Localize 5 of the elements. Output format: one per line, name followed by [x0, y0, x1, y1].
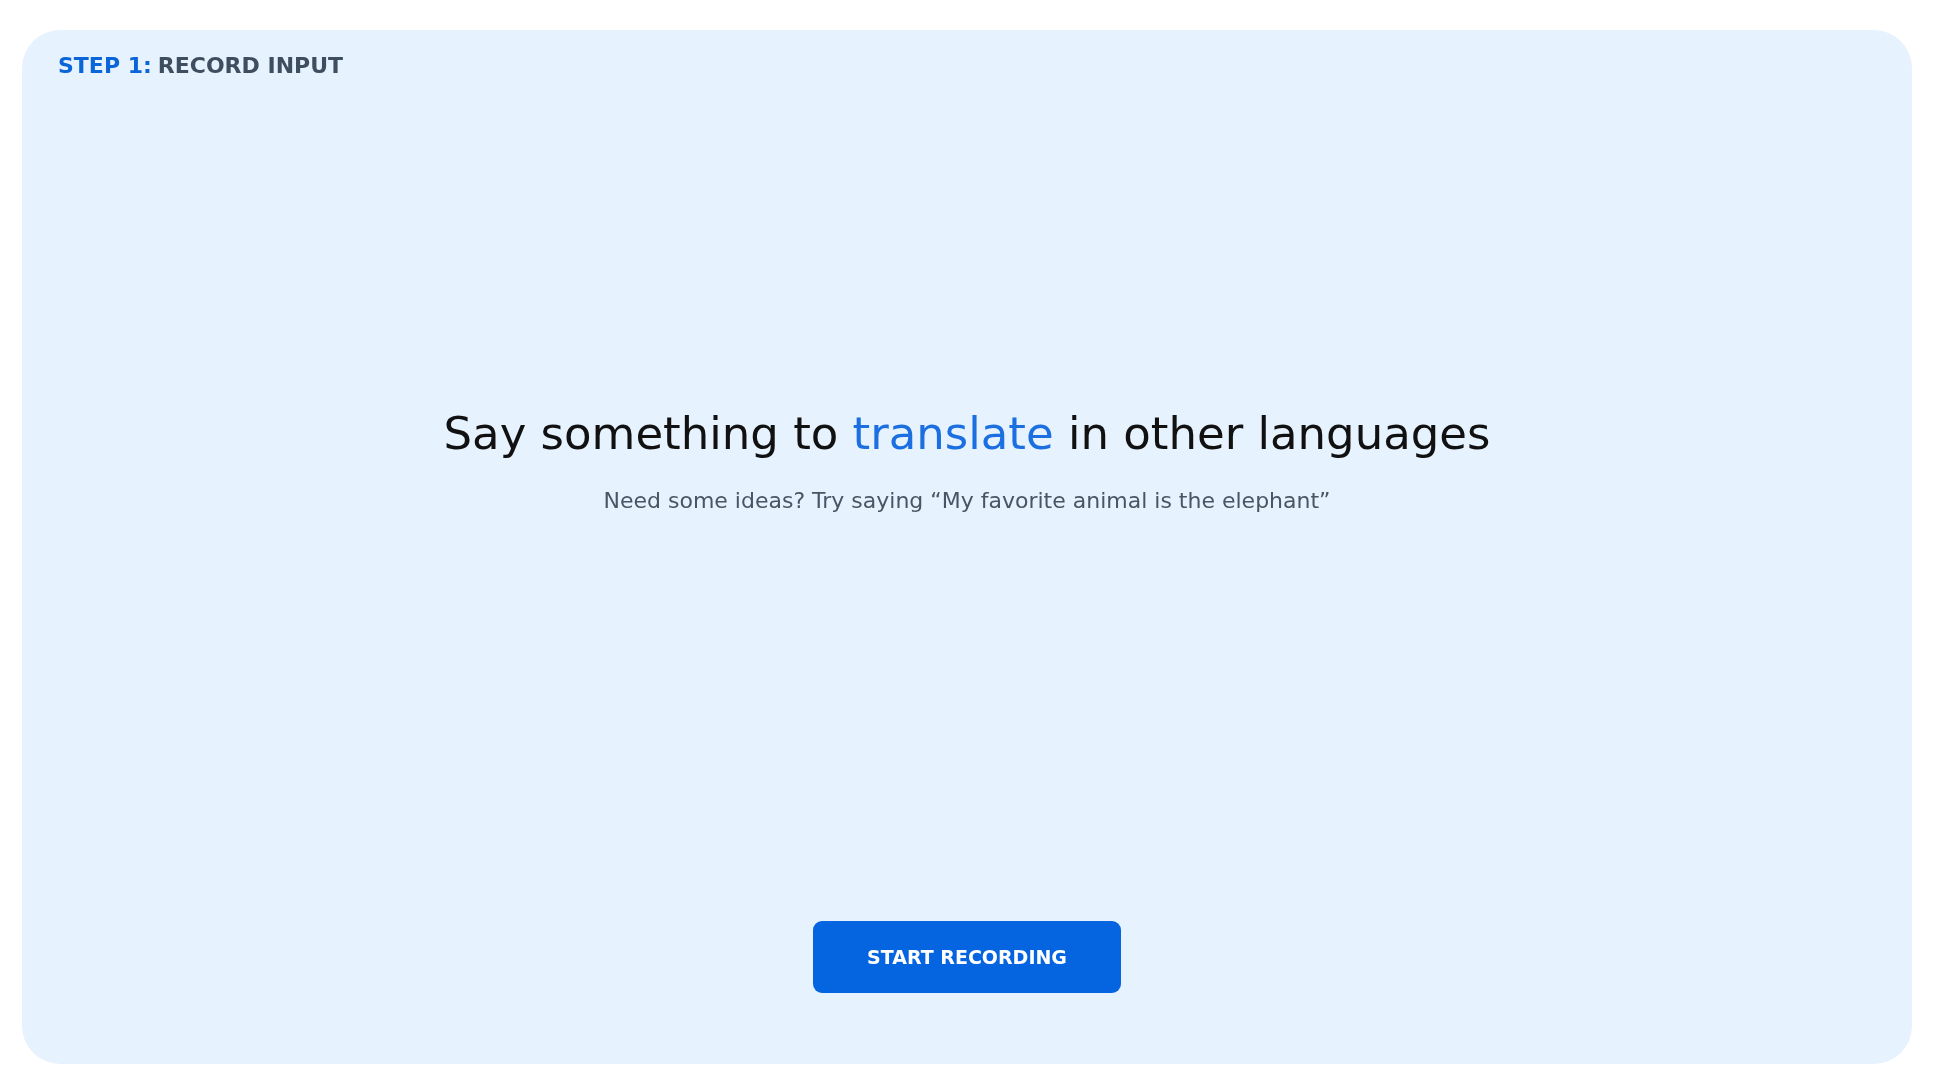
start-recording-button[interactable]: START RECORDING: [813, 921, 1121, 993]
hint-text: Need some ideas? Try saying “My favorite animal is the elephant”: [603, 487, 1331, 515]
step-number: STEP 1:: [58, 53, 152, 78]
heading: Say something to translate in other languages: [443, 406, 1491, 462]
step-title: RECORD INPUT: [157, 53, 344, 78]
